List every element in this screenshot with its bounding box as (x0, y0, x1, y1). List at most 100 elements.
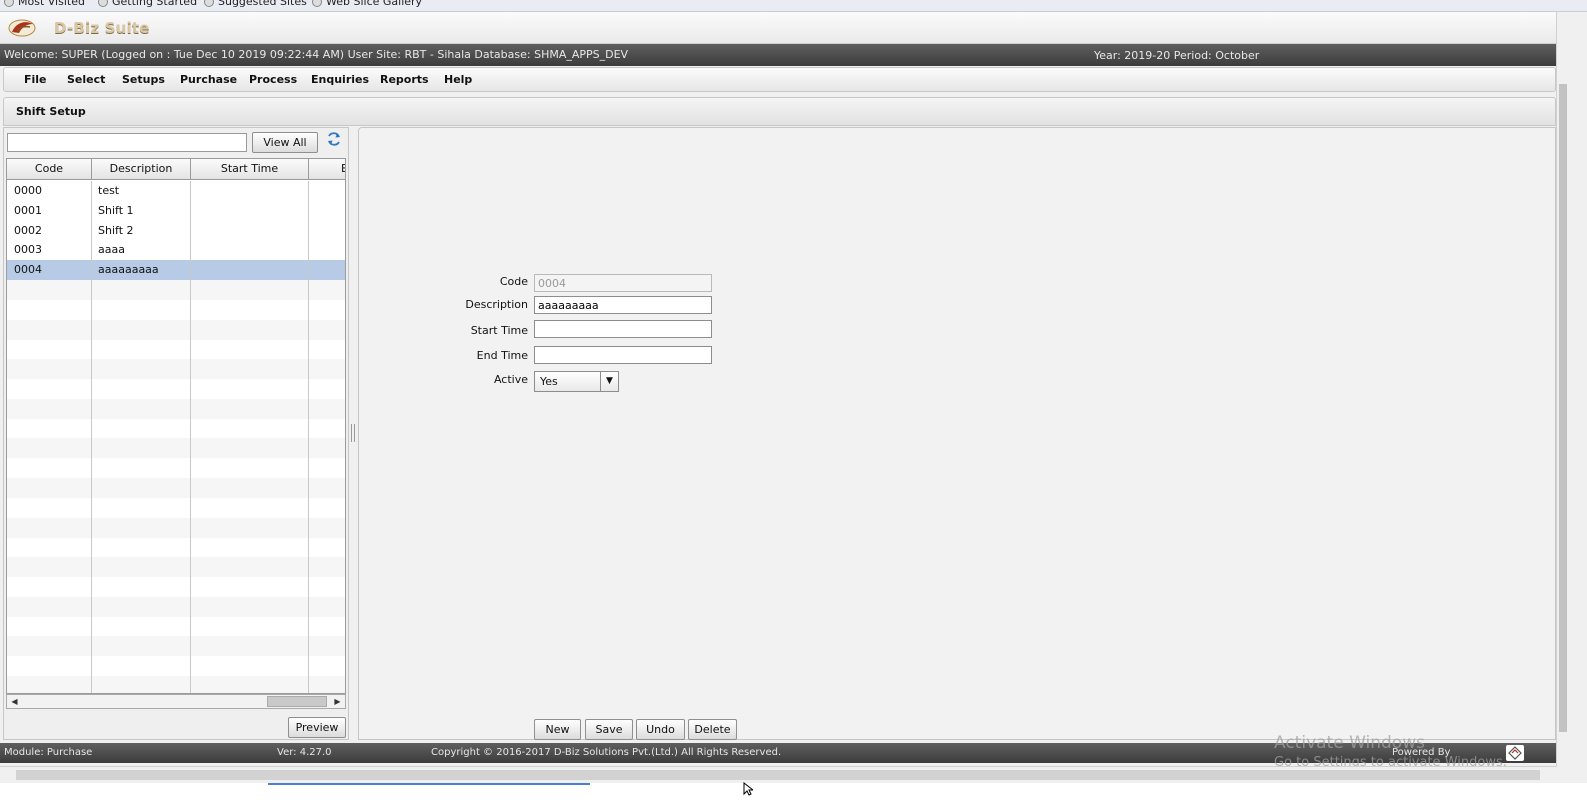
bookmark-web-slice-gallery[interactable]: Web Slice Gallery (312, 0, 422, 8)
refresh-icon[interactable] (326, 131, 342, 147)
table-row[interactable]: 0003 aaaa (7, 240, 345, 260)
table-row[interactable]: 0001 Shift 1 (7, 201, 345, 221)
bookmark-suggested-sites[interactable]: Suggested Sites (204, 0, 307, 8)
table-row[interactable]: 0004 aaaaaaaaa (7, 260, 345, 281)
bookmark-getting-started[interactable]: Getting Started (98, 0, 197, 8)
empty-row (7, 498, 345, 518)
end-time-field[interactable] (534, 346, 712, 364)
page-vertical-scrollbar[interactable] (1556, 12, 1568, 767)
column-header-description[interactable]: Description (92, 159, 191, 180)
module-text: Module: Purchase (4, 747, 93, 758)
menu-purchase[interactable]: Purchase (180, 73, 237, 86)
empty-row (7, 596, 345, 617)
new-button[interactable]: New (534, 719, 581, 740)
menu-reports[interactable]: Reports (380, 73, 429, 86)
empty-row (7, 319, 345, 340)
menu-enquiries[interactable]: Enquiries (311, 73, 369, 86)
powered-by-text: Powered By (1392, 747, 1451, 758)
empty-row (7, 577, 345, 597)
welcome-text: Welcome: SUPER (Logged on : Tue Dec 10 2… (4, 48, 629, 61)
empty-row (7, 478, 345, 498)
code-label: Code (499, 275, 528, 288)
empty-row (7, 359, 345, 380)
bookmark-icon (4, 0, 14, 7)
cell-description: Shift 2 (98, 223, 134, 237)
view-all-button[interactable]: View All (252, 132, 318, 153)
progress-strip (268, 783, 590, 785)
mouse-cursor-icon (743, 782, 753, 796)
column-header-end-time[interactable]: E (309, 159, 345, 180)
page-horizontal-scrollbar[interactable] (0, 766, 1556, 783)
bookmarks-bar: Most Visited Getting Started Suggested S… (0, 0, 1587, 12)
cell-code: 0002 (14, 223, 42, 237)
active-label: Active (493, 373, 528, 386)
bookmark-icon (98, 0, 108, 7)
description-field[interactable] (534, 296, 712, 314)
version-text: Ver: 4.27.0 (277, 747, 332, 758)
table-row[interactable]: 0000 test (7, 181, 345, 201)
menu-file[interactable]: File (24, 73, 47, 86)
description-label: Description (465, 298, 528, 311)
scroll-right-icon[interactable]: ▶ (330, 695, 345, 708)
page-title: Shift Setup (16, 105, 86, 118)
search-input[interactable] (7, 133, 247, 152)
copyright-text: Copyright © 2016-2017 D-Biz Solutions Pv… (431, 747, 782, 758)
app-header: D-Biz Suite (0, 12, 1556, 44)
empty-row (7, 280, 345, 300)
column-header-code[interactable]: Code (7, 159, 92, 180)
cell-start-time (190, 181, 308, 201)
menu-setups[interactable]: Setups (122, 73, 165, 86)
cell-code: 0001 (14, 203, 42, 217)
delete-button[interactable]: Delete (688, 719, 737, 740)
session-bar: Welcome: SUPER (Logged on : Tue Dec 10 2… (0, 44, 1556, 66)
chevron-down-icon[interactable]: ▼ (600, 372, 618, 391)
status-footer: Module: Purchase Ver: 4.27.0 Copyright ©… (0, 743, 1556, 763)
menu-select[interactable]: Select (67, 73, 105, 86)
empty-row (7, 617, 345, 637)
undo-button[interactable]: Undo (636, 719, 685, 740)
menu-help[interactable]: Help (444, 73, 472, 86)
list-panel: View All Code Description Start Time E 0… (3, 127, 349, 740)
cell-start-time (190, 221, 308, 241)
bookmark-most-visited[interactable]: Most Visited (4, 0, 85, 8)
code-field (534, 274, 712, 292)
cell-description: Shift 1 (98, 203, 134, 217)
app-logo-icon (8, 19, 36, 37)
empty-row (7, 419, 345, 439)
column-header-start-time[interactable]: Start Time (191, 159, 309, 180)
cell-code: 0004 (14, 263, 42, 277)
cell-start-time (190, 260, 308, 280)
grid-header: Code Description Start Time E (7, 159, 345, 180)
table-row[interactable]: 0002 Shift 2 (7, 221, 345, 241)
active-select[interactable]: Yes ▼ (534, 371, 619, 392)
brand-name: D-Biz Suite (54, 19, 150, 37)
empty-row (7, 656, 345, 676)
cell-description: aaaaaaaaa (98, 263, 159, 277)
menu-process[interactable]: Process (249, 73, 297, 86)
scroll-left-icon[interactable]: ◀ (7, 695, 22, 708)
horizontal-scroll-thumb[interactable] (16, 770, 1540, 780)
empty-row (7, 676, 345, 693)
start-time-label: Start Time (470, 324, 528, 337)
cell-code: 0000 (14, 184, 42, 197)
save-button[interactable]: Save (585, 719, 633, 740)
grid-divider (308, 181, 309, 693)
vertical-scroll-thumb[interactable] (1559, 84, 1567, 732)
empty-row (7, 300, 345, 320)
empty-row (7, 438, 345, 459)
cell-description: aaaa (98, 243, 125, 257)
empty-row (7, 339, 345, 359)
grid-horizontal-scrollbar[interactable]: ◀ ▶ (6, 694, 346, 709)
preview-button[interactable]: Preview (288, 717, 346, 738)
cell-description: test (98, 184, 120, 197)
panel-splitter[interactable] (351, 424, 355, 442)
vendor-logo-icon (1506, 745, 1524, 761)
start-time-field[interactable] (534, 320, 712, 338)
empty-row (7, 517, 345, 538)
empty-row (7, 458, 345, 478)
shift-list-grid: Code Description Start Time E 0004aaaaaa… (6, 158, 346, 694)
scroll-thumb[interactable] (267, 696, 327, 707)
bookmark-icon (204, 0, 214, 7)
empty-row (7, 379, 345, 399)
grid-divider (91, 181, 92, 693)
